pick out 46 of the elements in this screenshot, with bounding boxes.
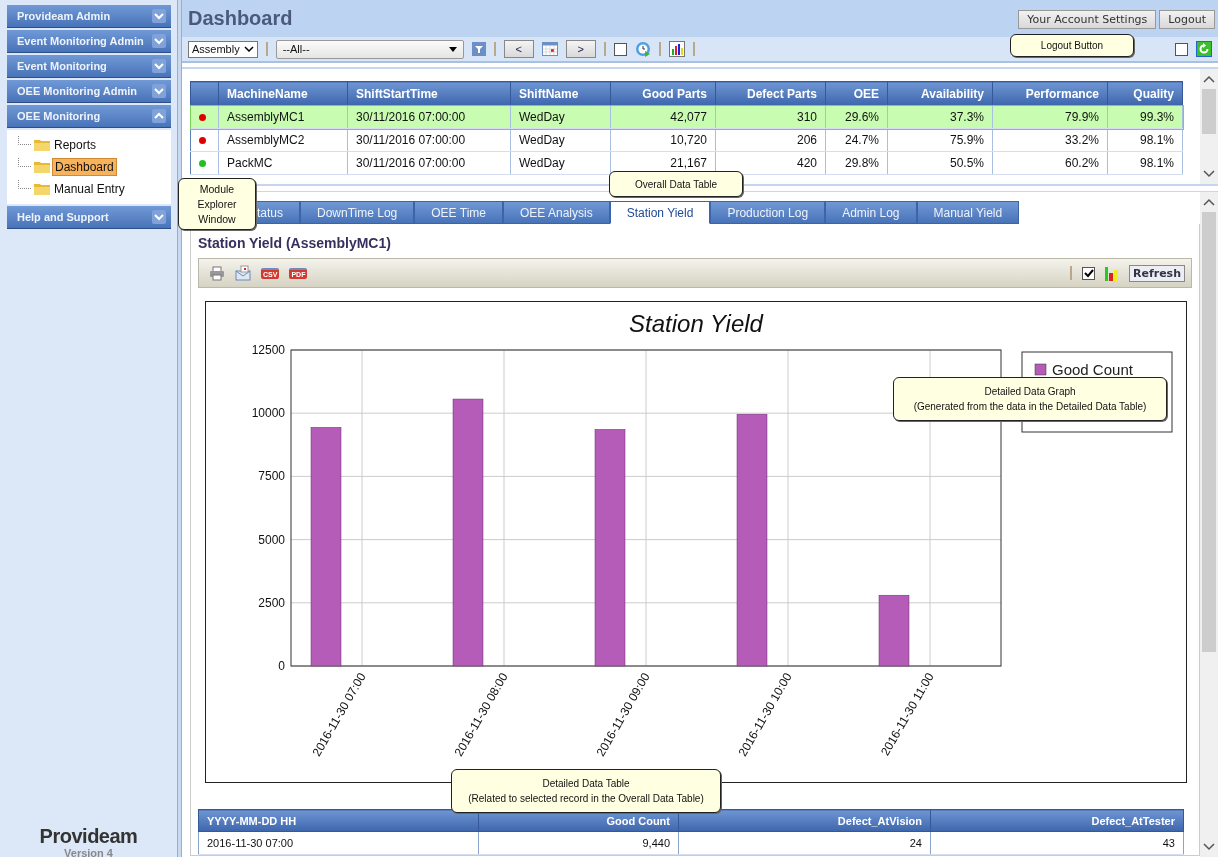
- page-title: Dashboard: [188, 7, 293, 30]
- table-cell: 9,440: [478, 831, 679, 855]
- table-cell: WedDay: [510, 151, 611, 175]
- annotation-tooltip: Overall Data Table: [609, 171, 743, 197]
- version-text: Version 4: [64, 848, 113, 857]
- table-cell: PackMC: [218, 151, 348, 175]
- table-cell: WedDay: [510, 105, 611, 129]
- y-axis-label: 0: [278, 659, 285, 673]
- chart-title: Station Yield: [629, 310, 763, 337]
- table-cell: 206: [715, 128, 826, 152]
- table-cell: 2016-11-30 07:00: [198, 831, 479, 855]
- table-cell: 30/11/2016 07:00:00: [347, 151, 511, 175]
- annotation-tooltip: Detailed Data Graph (Generated from the data in the Detailed Data Table): [893, 377, 1167, 421]
- table-cell: 29.6%: [825, 105, 888, 129]
- table-cell: 98.1%: [1107, 151, 1183, 175]
- legend-label: Good Count: [1052, 361, 1133, 378]
- table-cell: 43: [930, 831, 1184, 855]
- y-axis-label: 10000: [251, 406, 285, 421]
- annotation-tooltip: Logout Button: [1010, 34, 1134, 57]
- table-cell: 37.3%: [887, 105, 993, 129]
- y-axis-label: 12500: [251, 343, 285, 357]
- table-cell: AssemblyMC2: [218, 128, 348, 152]
- table-cell: 60.2%: [992, 151, 1108, 175]
- table-cell: 79.9%: [992, 105, 1108, 129]
- table-cell: 24.7%: [825, 128, 888, 152]
- table-cell: 24: [678, 831, 931, 855]
- panel-title: Station Yield (AssemblyMC1): [198, 234, 392, 253]
- table-cell: 10,720: [610, 128, 716, 152]
- table-cell: AssemblyMC1: [218, 105, 348, 129]
- annotation-tooltip: Module Explorer Window: [178, 178, 256, 230]
- logo-text: Provideam: [39, 825, 138, 848]
- table-cell: 310: [715, 105, 826, 129]
- table-cell: 30/11/2016 07:00:00: [347, 128, 511, 152]
- table-cell: 29.8%: [825, 151, 888, 175]
- table-cell: WedDay: [510, 128, 611, 152]
- table-cell: 75.9%: [887, 128, 993, 152]
- table-cell: 42,077: [610, 105, 716, 129]
- y-axis-label: 2500: [258, 595, 285, 610]
- table-cell: 98.1%: [1107, 128, 1183, 152]
- table-cell: 33.2%: [992, 128, 1108, 152]
- y-axis-label: 7500: [258, 469, 285, 484]
- annotation-tooltip: Detailed Data Table (Related to selected record in the Overall Data Table): [451, 769, 721, 813]
- y-axis-label: 5000: [258, 532, 285, 547]
- table-cell: 50.5%: [887, 151, 993, 175]
- table-cell: 99.3%: [1107, 105, 1183, 129]
- table-cell: 30/11/2016 07:00:00: [347, 105, 511, 129]
